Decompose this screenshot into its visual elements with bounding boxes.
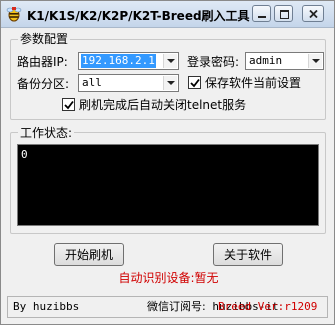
wechat-label-text: 微信订阅号: [147, 300, 206, 313]
chevron-down-icon[interactable] [163, 76, 177, 90]
work-status-title: 工作状态: [18, 126, 75, 140]
start-flash-button[interactable]: 开始刷机 [54, 243, 124, 266]
footer-version: Breed Ver:r1209 [218, 300, 318, 313]
about-button[interactable]: 关于软件 [213, 243, 283, 266]
auto-close-telnet-checkbox[interactable] [62, 98, 75, 111]
router-ip-combo[interactable]: 192.168.2.1 [78, 52, 179, 70]
password-value: admin [249, 54, 283, 67]
chevron-down-icon[interactable] [308, 54, 322, 68]
checkmark-icon [64, 100, 74, 110]
minimize-icon[interactable] [252, 5, 271, 22]
log-text: 0 [21, 148, 28, 161]
backup-partition-combo[interactable]: all [78, 74, 179, 92]
auto-close-telnet-label[interactable]: 刷机完成后自动关闭telnet服务 [79, 98, 246, 112]
chevron-down-icon[interactable] [163, 54, 177, 68]
close-icon[interactable] [302, 5, 324, 22]
router-ip-label: 路由器IP: [17, 55, 68, 69]
save-settings-label[interactable]: 保存软件当前设置 [205, 76, 301, 90]
main-window: K1/K1S/K2/K2P/K2T-Breed刷入工具 参数配置 路由器IP: … [0, 0, 335, 325]
backup-label: 备份分区: [17, 77, 70, 91]
backup-partition-value: all [82, 76, 102, 89]
device-status: 自动识别设备:暂无 [118, 271, 219, 285]
password-combo[interactable]: admin [245, 52, 324, 70]
bee-icon [6, 6, 22, 22]
maximize-icon[interactable] [274, 5, 293, 22]
title-bar[interactable]: K1/K1S/K2/K2P/K2T-Breed刷入工具 [1, 1, 334, 28]
password-label: 登录密码: [187, 55, 240, 69]
footer-bar: By huzibbs 微信订阅号: huzibbs-it Breed Ver:r… [7, 296, 328, 318]
log-console[interactable]: 0 [17, 144, 319, 226]
save-settings-checkbox[interactable] [188, 76, 201, 89]
params-group-title: 参数配置 [18, 32, 71, 46]
checkmark-icon [190, 78, 200, 88]
router-ip-value: 192.168.2.1 [81, 54, 156, 68]
window-title: K1/K1S/K2/K2P/K2T-Breed刷入工具 [27, 9, 250, 23]
footer-author: By huzibbs [13, 300, 80, 313]
